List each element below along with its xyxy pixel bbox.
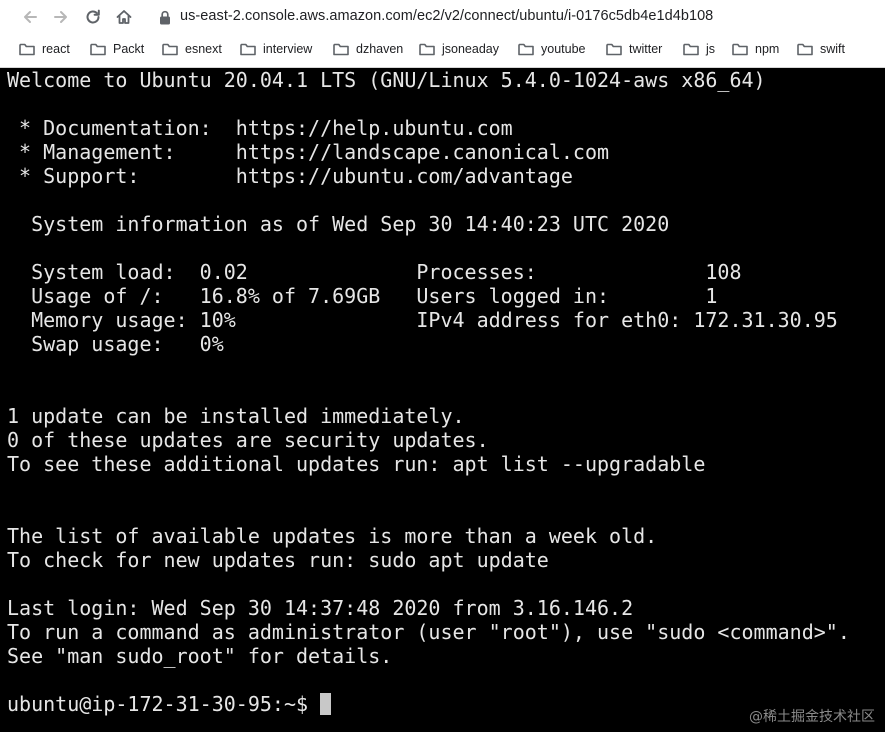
- terminal-line: See "man sudo_root" for details.: [7, 644, 393, 668]
- terminal-line: 1 update can be installed immediately.: [7, 404, 465, 428]
- reload-button[interactable]: [82, 6, 104, 28]
- bookmark-npm[interactable]: npm: [732, 40, 779, 58]
- bookmark-swift[interactable]: swift: [797, 40, 845, 58]
- forward-icon: [52, 8, 70, 26]
- bookmark-label: Packt: [113, 42, 145, 56]
- address-bar-url[interactable]: us-east-2.console.aws.amazon.com/ec2/v2/…: [180, 8, 713, 24]
- terminal-line: * Support: https://ubuntu.com/advantage: [7, 164, 573, 188]
- folder-icon: [518, 43, 534, 56]
- terminal-line: * Management: https://landscape.canonica…: [7, 140, 610, 164]
- bookmarks-bar: react Packt esnext interview dzhaven jso…: [0, 36, 885, 62]
- folder-icon: [683, 43, 699, 56]
- folder-icon: [606, 43, 622, 56]
- back-button[interactable]: [19, 6, 41, 28]
- watermark: @稀土掘金技术社区: [749, 709, 875, 725]
- bookmark-esnext[interactable]: esnext: [162, 40, 222, 58]
- folder-icon: [732, 43, 748, 56]
- folder-icon: [333, 43, 349, 56]
- terminal-line: Usage of /: 16.8% of 7.69GB Users logged…: [7, 284, 718, 308]
- lock-icon[interactable]: [158, 9, 172, 25]
- terminal-window[interactable]: Welcome to Ubuntu 20.04.1 LTS (GNU/Linux…: [0, 68, 885, 732]
- bookmark-youtube[interactable]: youtube: [518, 40, 585, 58]
- terminal-line: The list of available updates is more th…: [7, 524, 658, 548]
- bookmark-interview[interactable]: interview: [240, 40, 312, 58]
- folder-icon: [19, 43, 35, 56]
- folder-icon: [162, 43, 178, 56]
- bookmark-label: interview: [263, 42, 313, 56]
- bookmark-dzhaven[interactable]: dzhaven: [333, 40, 403, 58]
- bookmark-packt[interactable]: Packt: [90, 40, 144, 58]
- bookmark-label: twitter: [629, 42, 663, 56]
- terminal-line: 0 of these updates are security updates.: [7, 428, 489, 452]
- back-icon: [21, 8, 39, 26]
- bookmark-label: react: [42, 42, 70, 56]
- terminal-line: To see these additional updates run: apt…: [7, 452, 706, 476]
- bookmark-react[interactable]: react: [19, 40, 70, 58]
- terminal-line: Memory usage: 10% IPv4 address for eth0:…: [7, 308, 838, 332]
- forward-button[interactable]: [50, 6, 72, 28]
- terminal-cursor: [320, 693, 332, 715]
- home-button[interactable]: [113, 6, 135, 28]
- terminal-line: * Documentation: https://help.ubuntu.com: [7, 116, 513, 140]
- bookmark-jsoneaday[interactable]: jsoneaday: [419, 40, 499, 58]
- bookmark-label: jsoneaday: [442, 42, 499, 56]
- terminal-line: Swap usage: 0%: [7, 332, 224, 356]
- bookmark-twitter[interactable]: twitter: [606, 40, 662, 58]
- folder-icon: [419, 43, 435, 56]
- bookmark-label: swift: [820, 42, 845, 56]
- bookmark-label: youtube: [541, 42, 586, 56]
- terminal-line: Last login: Wed Sep 30 14:37:48 2020 fro…: [7, 596, 634, 620]
- folder-icon: [90, 43, 106, 56]
- reload-icon: [84, 8, 102, 26]
- bookmark-label: js: [706, 42, 716, 56]
- bookmark-label: esnext: [185, 42, 222, 56]
- command-prompt[interactable]: ubuntu@ip-172-31-30-95:~$: [7, 692, 332, 716]
- browser-chrome: us-east-2.console.aws.amazon.com/ec2/v2/…: [0, 0, 885, 68]
- terminal-line: To run a command as administrator (user …: [7, 620, 850, 644]
- browser-toolbar: us-east-2.console.aws.amazon.com/ec2/v2/…: [0, 0, 885, 34]
- terminal-line: System load: 0.02 Processes: 108: [7, 260, 742, 284]
- bookmark-js[interactable]: js: [683, 40, 715, 58]
- folder-icon: [797, 43, 813, 56]
- terminal-line: To check for new updates run: sudo apt u…: [7, 548, 549, 572]
- bookmark-label: dzhaven: [356, 42, 404, 56]
- prompt-text: ubuntu@ip-172-31-30-95:~$: [7, 692, 321, 716]
- folder-icon: [240, 43, 256, 56]
- bookmark-label: npm: [755, 42, 780, 56]
- terminal-line: Welcome to Ubuntu 20.04.1 LTS (GNU/Linux…: [7, 68, 766, 92]
- home-icon: [115, 8, 133, 26]
- terminal-line: System information as of Wed Sep 30 14:4…: [7, 212, 670, 236]
